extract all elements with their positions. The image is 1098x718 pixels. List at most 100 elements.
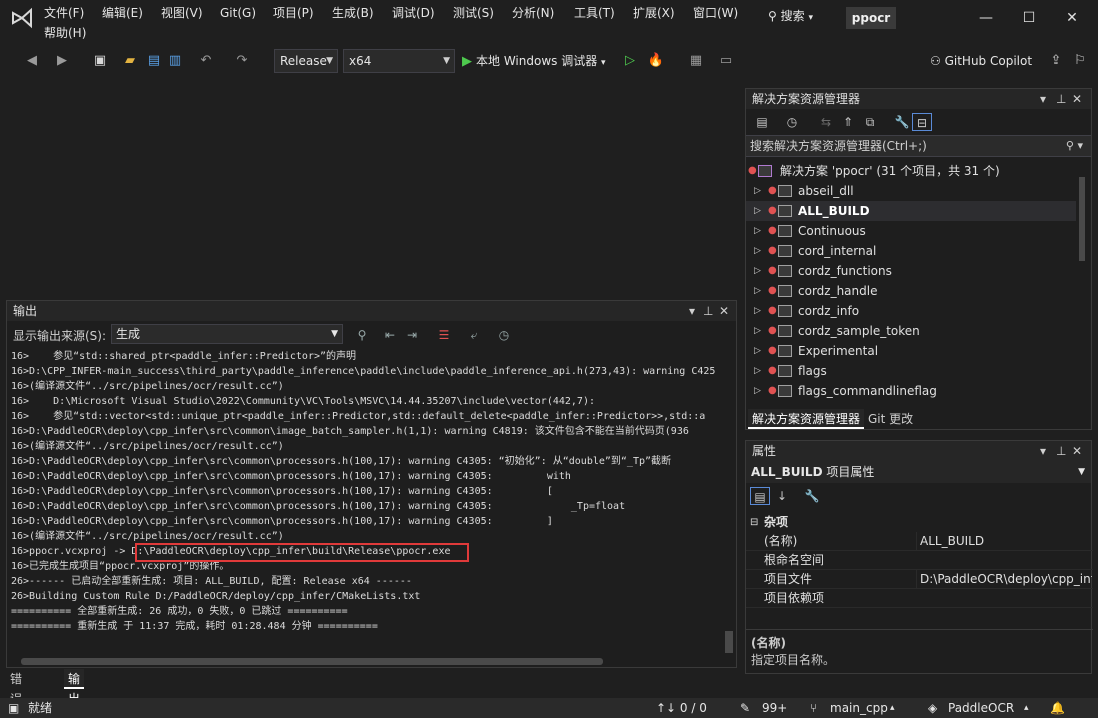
alphabetical-icon[interactable]: ↓ bbox=[772, 487, 792, 505]
chevron-right-icon[interactable]: ▷ bbox=[754, 201, 761, 221]
collapse-icon[interactable]: ⊟ bbox=[750, 513, 758, 532]
feedback-icon[interactable]: ⚐ bbox=[1070, 51, 1090, 71]
save-all-icon[interactable]: ▥ bbox=[165, 51, 185, 71]
open-folder-icon[interactable]: ▰ bbox=[120, 51, 140, 71]
new-project-icon[interactable]: ▣ bbox=[90, 51, 110, 71]
output-source-dropdown[interactable]: 生成 ▼ bbox=[111, 324, 343, 344]
solution-vertical-scrollbar[interactable] bbox=[1077, 167, 1087, 403]
chevron-right-icon[interactable]: ▷ bbox=[754, 321, 761, 341]
menu-git[interactable]: Git(G) bbox=[218, 4, 258, 22]
property-row[interactable]: 项目文件 D:\PaddleOCR\deploy\cpp_inf bbox=[746, 570, 1093, 589]
pin-icon[interactable]: ⊥ bbox=[703, 301, 713, 321]
find-message-icon[interactable]: ⚲ bbox=[353, 326, 371, 344]
menu-edit[interactable]: 编辑(E) bbox=[100, 4, 145, 22]
configuration-dropdown[interactable]: Release ▼ bbox=[274, 49, 338, 73]
git-repository[interactable]: PaddleOCR bbox=[948, 698, 1014, 718]
close-icon[interactable]: ✕ bbox=[1072, 441, 1082, 461]
hot-reload-icon[interactable]: 🔥 bbox=[646, 51, 666, 71]
previous-message-icon[interactable]: ⇤ bbox=[381, 326, 399, 344]
redo-icon[interactable]: ↷ bbox=[232, 51, 252, 71]
visual-studio-logo-icon[interactable] bbox=[10, 6, 34, 30]
next-message-icon[interactable]: ⇥ bbox=[403, 326, 421, 344]
save-icon[interactable]: ▤ bbox=[144, 51, 164, 71]
undo-icon[interactable]: ↶ bbox=[196, 51, 216, 71]
tree-item[interactable]: ▷ ● abseil_dll bbox=[746, 181, 1076, 201]
close-icon[interactable]: ✕ bbox=[1072, 89, 1082, 109]
property-pages-icon[interactable]: 🔧 bbox=[802, 487, 822, 505]
properties-object-selector[interactable]: ALL_BUILD 项目属性 ▼ bbox=[746, 461, 1091, 483]
menu-help[interactable]: 帮助(H) bbox=[42, 24, 88, 42]
sync-icon[interactable]: ⇆ bbox=[816, 113, 836, 131]
chevron-right-icon[interactable]: ▷ bbox=[754, 241, 761, 261]
pending-edits-count[interactable]: 99+ bbox=[762, 698, 787, 718]
chevron-right-icon[interactable]: ▷ bbox=[754, 181, 761, 201]
property-row[interactable]: 项目依赖项 bbox=[746, 589, 1093, 608]
chevron-right-icon[interactable]: ▷ bbox=[754, 361, 761, 381]
minimize-button[interactable]: — bbox=[966, 4, 1006, 32]
menu-build[interactable]: 生成(B) bbox=[330, 4, 376, 22]
pin-icon[interactable]: ⊥ bbox=[1056, 441, 1066, 461]
tree-item[interactable]: ▷ ● Experimental bbox=[746, 341, 1076, 361]
tab-output[interactable]: 输出 bbox=[64, 669, 85, 706]
chevron-right-icon[interactable]: ▷ bbox=[754, 301, 761, 321]
tree-item[interactable]: ▷ ● cord_internal bbox=[746, 241, 1076, 261]
menu-test[interactable]: 测试(S) bbox=[451, 4, 496, 22]
menu-debug[interactable]: 调试(D) bbox=[390, 4, 437, 22]
tree-item[interactable]: ▷ ● flags bbox=[746, 361, 1076, 381]
search-button[interactable]: ⚲ 搜索 ▾ bbox=[762, 4, 819, 28]
menu-analyze[interactable]: 分析(N) bbox=[510, 4, 556, 22]
start-debugging-button[interactable]: ▶ 本地 Windows 调试器 ▾ bbox=[462, 49, 606, 73]
browse-icon[interactable]: ▦ bbox=[686, 51, 706, 71]
menu-tools[interactable]: 工具(T) bbox=[572, 4, 617, 22]
word-wrap-icon[interactable]: ⤶ bbox=[465, 326, 483, 344]
layout-icon[interactable]: ▭ bbox=[716, 51, 736, 71]
tree-item[interactable]: ▷ ● cordz_info bbox=[746, 301, 1076, 321]
tree-item[interactable]: ▷ ● Continuous bbox=[746, 221, 1076, 241]
tree-root-solution[interactable]: ● 解决方案 'ppocr' (31 个项目，共 31 个) bbox=[746, 161, 1076, 181]
git-sync-status[interactable]: ↑↓ 0 / 0 bbox=[656, 698, 707, 718]
chevron-right-icon[interactable]: ▷ bbox=[754, 381, 761, 401]
pin-icon[interactable]: ⊥ bbox=[1056, 89, 1066, 109]
show-all-files-icon[interactable]: ⧉ bbox=[860, 113, 880, 131]
forward-icon[interactable]: ▶ bbox=[52, 51, 72, 71]
menu-window[interactable]: 窗口(W) bbox=[691, 4, 740, 22]
chevron-right-icon[interactable]: ▷ bbox=[754, 221, 761, 241]
share-icon[interactable]: ⇪ bbox=[1046, 51, 1066, 71]
property-row[interactable]: 根命名空间 bbox=[746, 551, 1093, 570]
clear-all-icon[interactable]: ☰ bbox=[435, 326, 453, 344]
tab-error-list[interactable]: 错误列表 bbox=[6, 669, 26, 718]
switch-views-icon[interactable]: ▤ bbox=[752, 113, 772, 131]
menu-view[interactable]: 视图(V) bbox=[159, 4, 205, 22]
close-button[interactable]: ✕ bbox=[1052, 4, 1092, 32]
git-branch[interactable]: main_cpp bbox=[830, 698, 888, 718]
menu-extensions[interactable]: 扩展(X) bbox=[631, 4, 677, 22]
tree-item[interactable]: ▷ ● cordz_functions bbox=[746, 261, 1076, 281]
back-icon[interactable]: ◀ bbox=[22, 51, 42, 71]
chevron-right-icon[interactable]: ▷ bbox=[754, 281, 761, 301]
chevron-right-icon[interactable]: ▷ bbox=[754, 341, 761, 361]
github-copilot-button[interactable]: ⚇ GitHub Copilot bbox=[930, 49, 1032, 73]
menu-project[interactable]: 项目(P) bbox=[271, 4, 316, 22]
collapse-all-icon[interactable]: ⇑ bbox=[838, 113, 858, 131]
pending-changes-icon[interactable]: ◷ bbox=[782, 113, 802, 131]
tab-solution-explorer[interactable]: 解决方案资源管理器 bbox=[748, 409, 865, 429]
properties-icon[interactable]: 🔧 bbox=[892, 113, 912, 131]
chevron-down-icon[interactable]: ▾ bbox=[689, 301, 695, 321]
menu-file[interactable]: 文件(F) bbox=[42, 4, 86, 22]
output-horizontal-scrollbar[interactable] bbox=[7, 655, 723, 667]
tree-item[interactable]: ▷ ● cordz_sample_token bbox=[746, 321, 1076, 341]
platform-dropdown[interactable]: x64 ▼ bbox=[343, 49, 455, 73]
property-row[interactable]: (名称) ALL_BUILD bbox=[746, 532, 1093, 551]
output-vertical-scrollbar[interactable] bbox=[722, 349, 736, 655]
tree-item[interactable]: ▷ ● flags_commandlineflag bbox=[746, 381, 1076, 401]
close-icon[interactable]: ✕ bbox=[719, 301, 729, 321]
tree-item[interactable]: ▷ ● cordz_handle bbox=[746, 281, 1076, 301]
tab-git-changes[interactable]: Git 更改 bbox=[864, 409, 917, 429]
timestamp-icon[interactable]: ◷ bbox=[495, 326, 513, 344]
start-without-debugging-icon[interactable]: ▷ bbox=[620, 51, 640, 71]
chevron-down-icon[interactable]: ▾ bbox=[1040, 89, 1046, 109]
maximize-button[interactable]: ☐ bbox=[1009, 4, 1049, 32]
tree-item-selected[interactable]: ▷ ● ALL_BUILD bbox=[746, 201, 1076, 221]
property-category[interactable]: ⊟ 杂项 bbox=[746, 513, 1093, 532]
output-text-area[interactable]: 16> 参见“std::shared_ptr<paddle_infer::Pre… bbox=[7, 349, 721, 655]
